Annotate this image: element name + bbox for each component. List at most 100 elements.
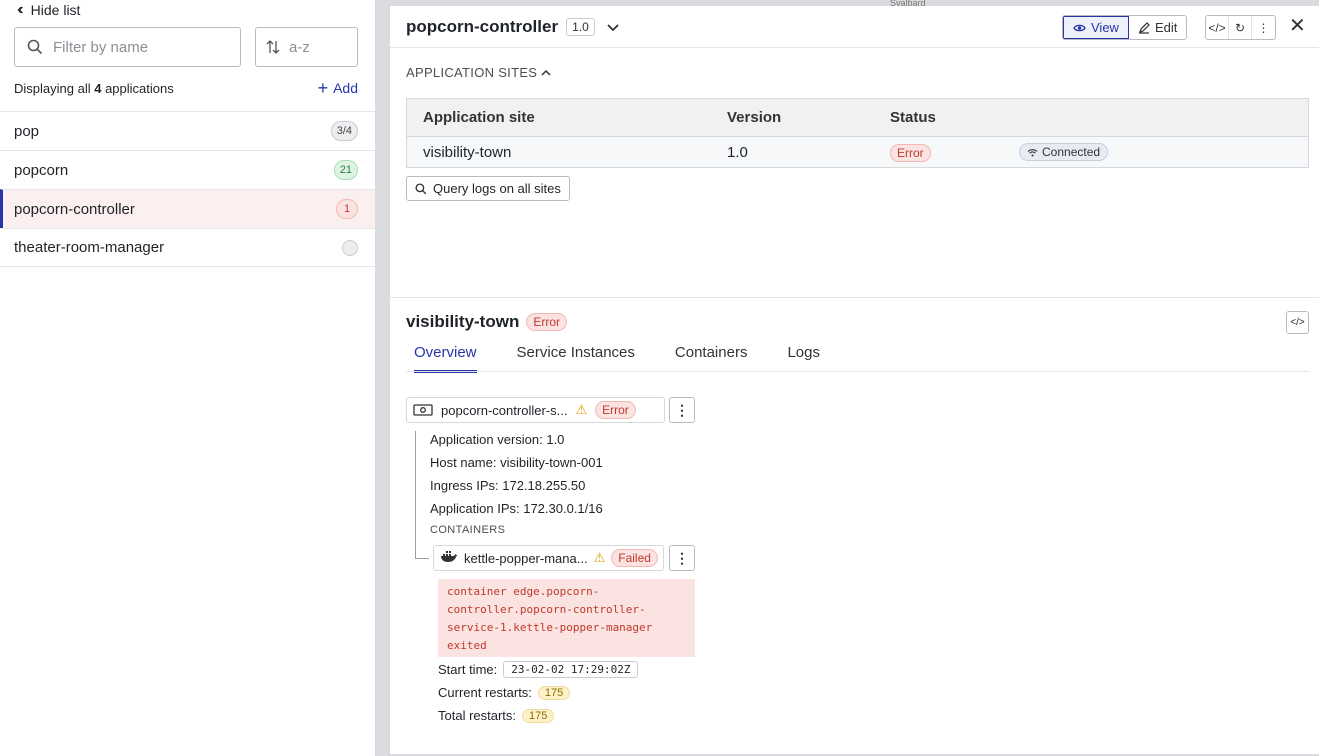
double-chevron-left-icon: ‹‹ [17,1,23,18]
containers-label: CONTAINERS [430,524,506,536]
wifi-icon [1027,148,1038,156]
tab-service-instances[interactable]: Service Instances [517,344,635,373]
list-item[interactable]: theater-room-manager [0,228,375,267]
pencil-icon [1138,21,1150,34]
site-title: visibility-town [406,312,520,331]
edit-label: Edit [1154,20,1178,35]
add-button[interactable]: + Add [317,78,358,98]
error-count-badge: 1 [336,199,358,219]
code-icon[interactable]: </> [1286,311,1309,334]
sort-select[interactable]: a-z [255,27,358,67]
docker-icon [440,550,458,566]
tab-logs[interactable]: Logs [787,344,820,373]
container-error-message: container edge.popcorn-controller.popcor… [438,579,695,657]
application-sites-toggle[interactable]: APPLICATION SITES [406,65,551,80]
tree-line [415,431,416,559]
site-cell: visibility-town [423,143,512,161]
page-title: popcorn-controller [406,17,559,36]
tab-containers[interactable]: Containers [675,344,748,373]
start-time-row: Start time: 23-02-02 17:29:02Z [438,661,639,678]
service-icon [413,404,433,416]
add-label: Add [333,80,358,96]
sites-table: Application site Version Status visibili… [406,98,1309,168]
start-time-label: Start time: [438,662,498,677]
list-item[interactable]: popcorn 21 [0,150,375,189]
divider [406,371,1309,372]
filter-placeholder: Filter by name [53,38,149,56]
divider [390,297,1319,298]
list-item-name: popcorn-controller [14,200,135,218]
container-card[interactable]: kettle-popper-mana... ⚠ Failed [433,545,664,571]
empty-status-badge [342,239,358,256]
warning-icon: ⚠ [575,402,588,417]
host-name-text: Host name: visibility-town-001 [430,455,603,470]
instance-count-badge: 21 [333,160,358,180]
query-logs-label: Query logs on all sites [433,181,561,196]
version-badge: 1.0 [566,18,595,36]
sites-label: APPLICATION SITES [406,65,538,80]
connection-badge: Connected [1019,143,1109,161]
plus-icon: + [317,78,329,98]
chevron-up-icon [541,65,551,80]
chevron-down-icon[interactable] [607,20,619,35]
status-badge: Error [890,143,931,162]
view-edit-toggle: View Edit [1062,15,1188,40]
list-item-name: popcorn [14,161,69,179]
warning-icon: ⚠ [593,550,606,565]
display-suffix: applications [105,81,174,96]
container-more-button[interactable]: ⋮ [669,545,695,571]
divider [390,47,1319,48]
sort-label: a-z [289,38,310,56]
table-row[interactable]: visibility-town 1.0 Error Connected [407,137,1308,167]
current-restarts-label: Current restarts: [438,685,532,700]
refresh-icon[interactable]: ↻ [1229,16,1252,39]
query-logs-button[interactable]: Query logs on all sites [406,176,570,201]
column-header: Version [727,109,782,126]
site-tabs: Overview Service Instances Containers Lo… [414,344,820,373]
status-badge: Error [526,313,568,331]
search-icon [27,39,43,55]
sort-icon [266,40,280,54]
tree-line [415,558,429,559]
close-icon[interactable]: ✕ [1289,16,1306,36]
status-badge: Failed [611,549,658,567]
status-cell: Error [874,143,1019,162]
list-item-name: pop [14,122,40,140]
hide-list-label: Hide list [30,2,81,18]
view-label: View [1091,20,1119,35]
filter-input[interactable]: Filter by name [14,27,241,67]
instance-count-badge: 3/4 [330,121,358,141]
service-more-button[interactable]: ⋮ [669,397,695,423]
column-header: Application site [423,109,535,126]
display-prefix: Displaying all [14,81,91,96]
list-item[interactable]: pop 3/4 [0,111,375,150]
edit-button[interactable]: Edit [1129,16,1186,39]
column-header: Status [890,109,936,126]
connection-label: Connected [1042,145,1101,159]
search-icon [415,182,427,194]
application-detail-panel: popcorn-controller 1.0 View Edit </> ↻ ⋮… [390,6,1319,754]
connection-cell: Connected [1019,143,1308,161]
start-time-value: 23-02-02 17:29:02Z [503,661,639,678]
hide-list-button[interactable]: ‹‹ Hide list [17,1,81,19]
list-item-selected[interactable]: popcorn-controller 1 [0,189,375,228]
total-restarts-row: Total restarts: 175 [438,708,555,723]
current-restarts-row: Current restarts: 175 [438,685,571,700]
site-header: visibility-town Error [406,312,568,332]
tab-overview[interactable]: Overview [414,344,477,373]
eye-icon [1073,24,1086,31]
application-list-pane: ‹‹ Hide list Filter by name a-z Displayi… [0,0,375,756]
view-button[interactable]: View [1063,16,1129,39]
panel-header: popcorn-controller 1.0 [406,17,619,37]
total-restarts-label: Total restarts: [438,708,517,723]
table-header: Application site Version Status [407,99,1308,137]
version-cell: 1.0 [727,143,748,161]
more-options-icon[interactable]: ⋮ [1252,16,1275,39]
app-version-text: Application version: 1.0 [430,432,565,447]
list-item-name: theater-room-manager [14,239,165,256]
ingress-ips-text: Ingress IPs: 172.18.255.50 [430,478,586,493]
service-instance-card[interactable]: popcorn-controller-s... ⚠ Error [406,397,665,423]
display-count-text: Displaying all 4 applications [14,81,174,96]
code-icon[interactable]: </> [1206,16,1229,39]
current-restarts-badge: 175 [537,685,571,700]
